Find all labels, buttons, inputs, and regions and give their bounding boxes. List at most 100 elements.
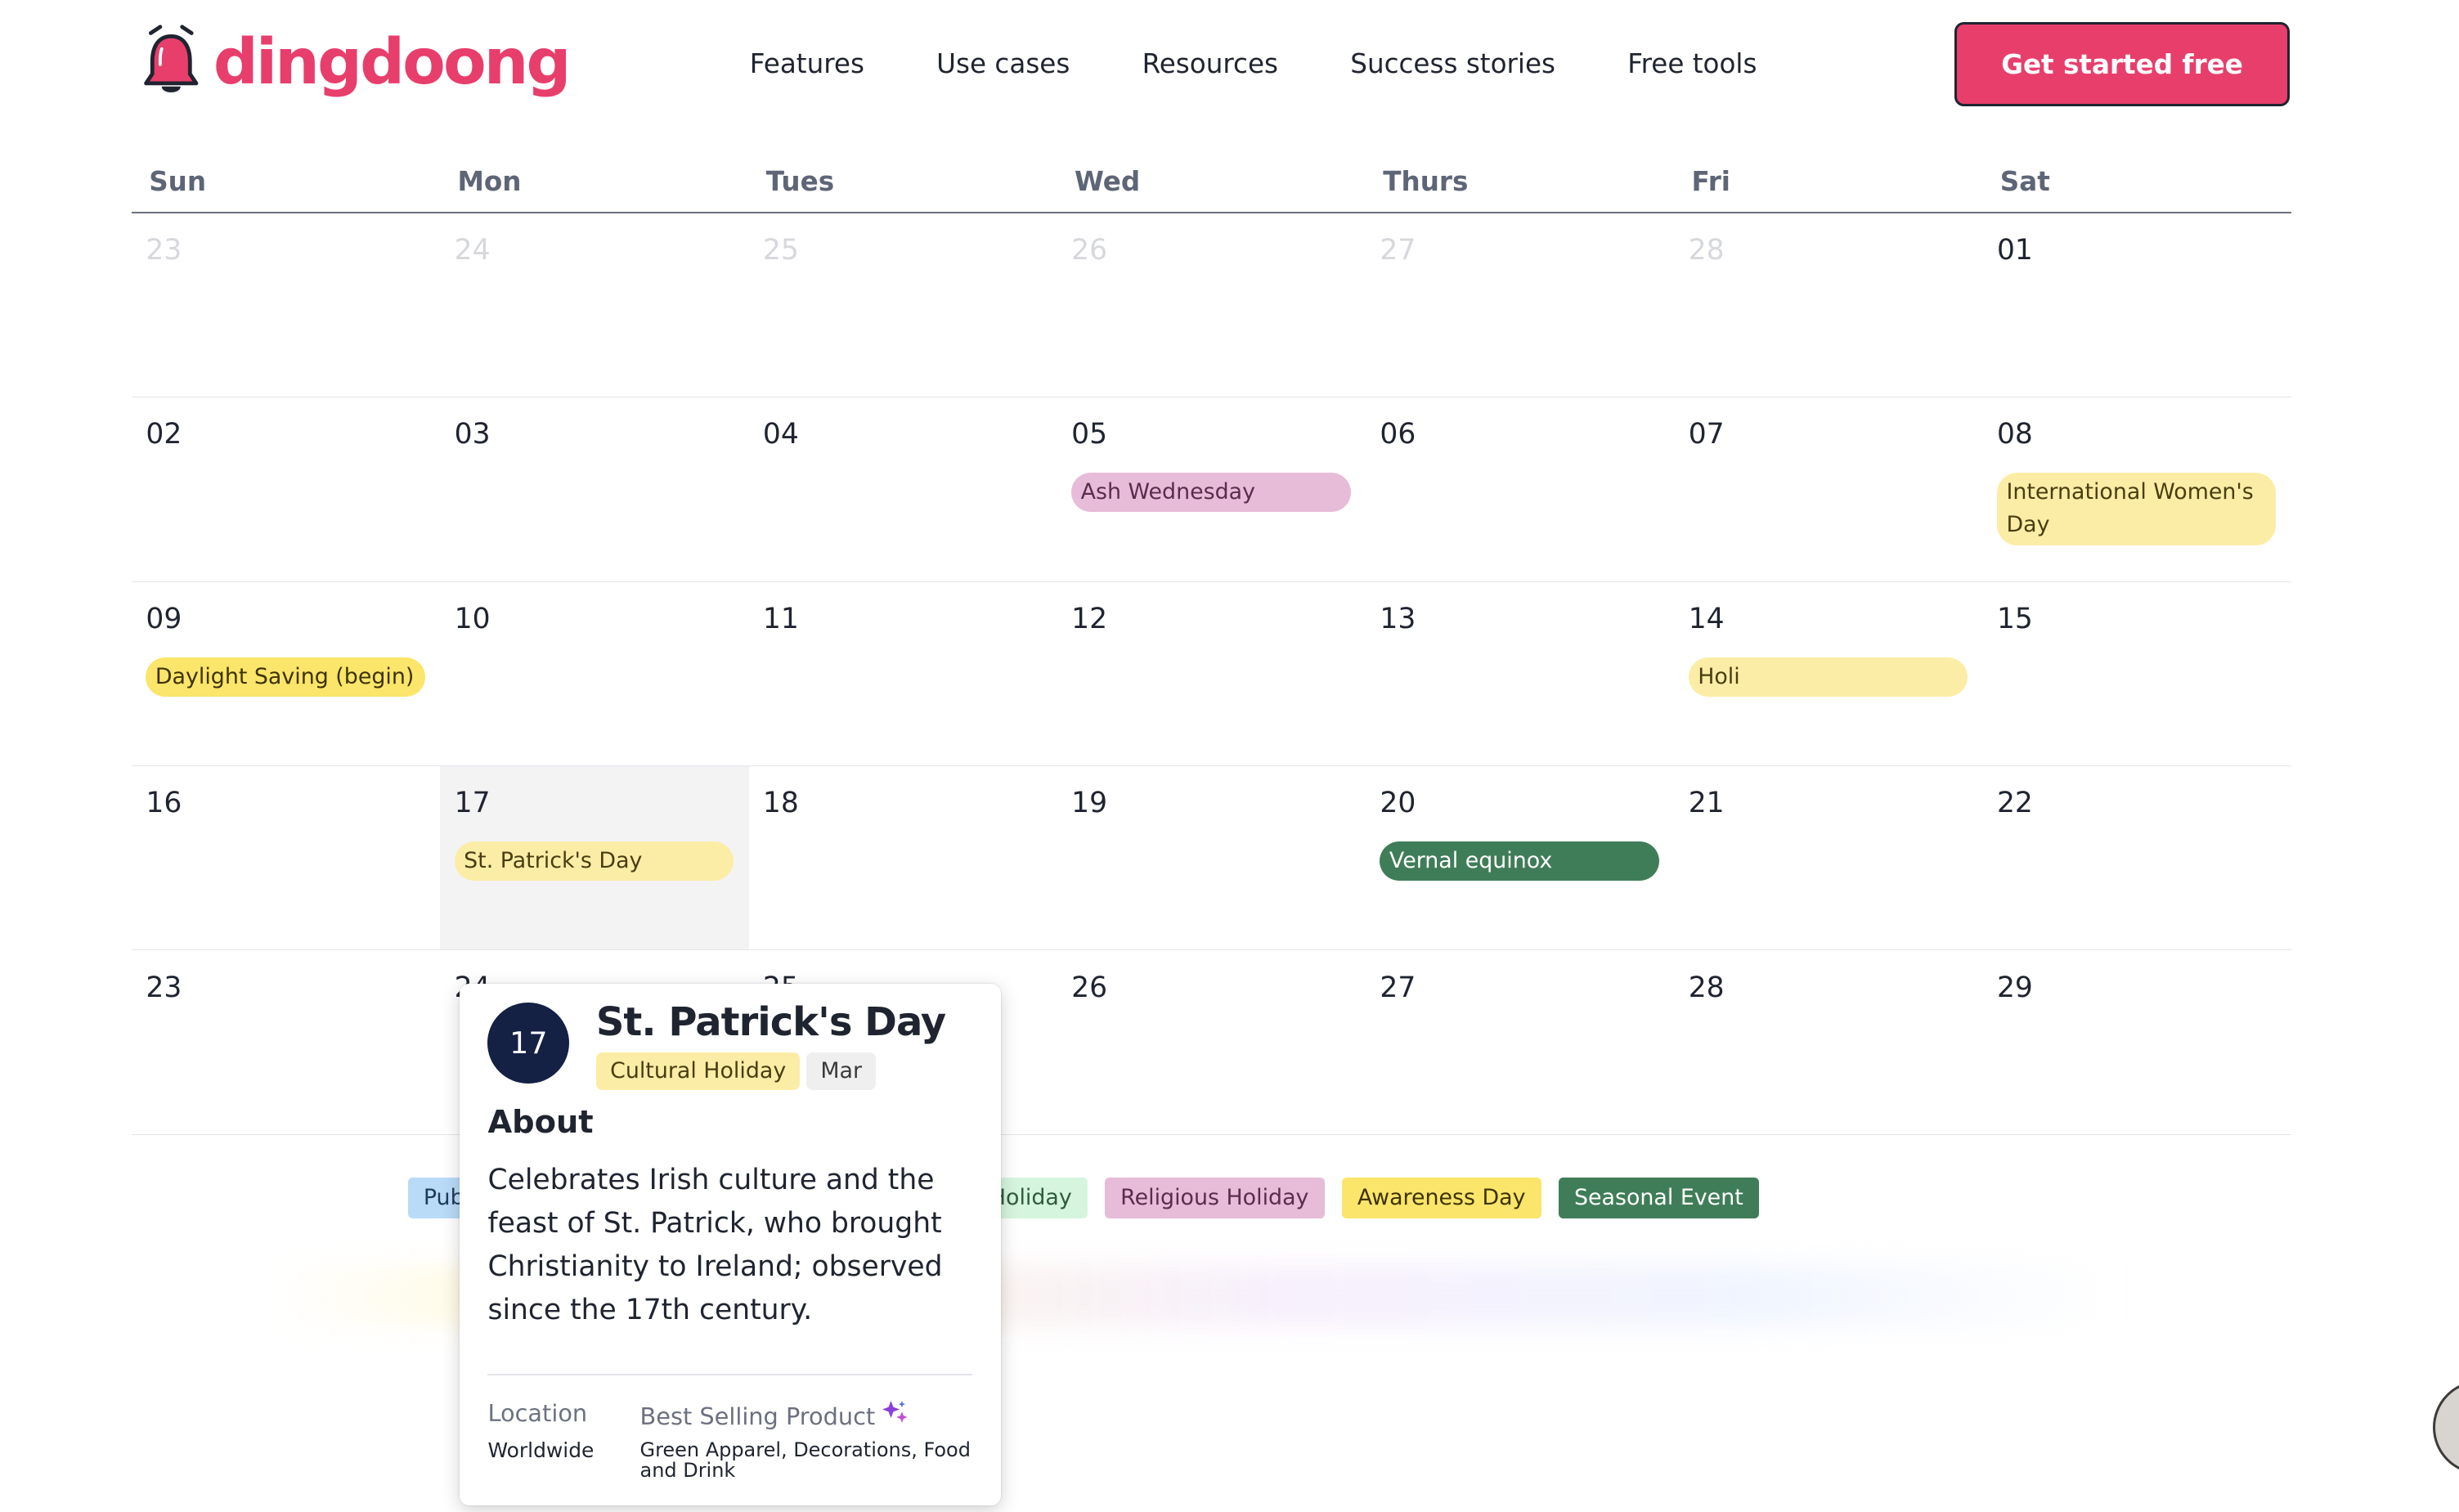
nav-free-tools[interactable]: Free tools xyxy=(1627,44,1757,85)
day-number: 28 xyxy=(1688,234,1725,267)
day-cell[interactable]: 15 xyxy=(1983,582,2291,765)
day-number: 18 xyxy=(762,787,799,820)
popover-about-heading: About xyxy=(487,1104,594,1142)
brand-name: dingdoong xyxy=(213,26,572,100)
location-value: Worldwide xyxy=(487,1438,595,1462)
week-row: 16 17 St. Patrick's Day 18 19 20 Vernal equino… xyxy=(132,766,2292,951)
nav-resources[interactable]: Resources xyxy=(1142,44,1278,85)
legend-awareness[interactable]: Awareness Day xyxy=(1341,1178,1541,1219)
weekday-fri: Fri xyxy=(1691,166,1730,198)
day-number: 26 xyxy=(1071,971,1108,1004)
best-selling-label-row: Best Selling Product xyxy=(640,1399,910,1433)
day-cell[interactable]: 27 xyxy=(1366,213,1674,397)
brand-logo[interactable]: dingdoong xyxy=(138,19,572,106)
nav-features[interactable]: Features xyxy=(750,44,864,85)
day-cell[interactable]: 20 Vernal equinox xyxy=(1366,766,1674,949)
day-cell[interactable]: 04 xyxy=(749,397,1057,581)
popover-tag-month: Mar xyxy=(806,1052,877,1090)
event-chip[interactable]: Vernal equinox xyxy=(1380,841,1659,882)
get-started-button[interactable]: Get started free xyxy=(1954,21,2291,107)
day-cell[interactable]: 18 xyxy=(749,766,1057,949)
location-label: Location xyxy=(487,1398,588,1427)
day-number: 02 xyxy=(146,418,182,451)
nav-success-stories[interactable]: Success stories xyxy=(1350,44,1555,85)
weekday-sun: Sun xyxy=(149,166,207,198)
day-cell[interactable]: 09 Daylight Saving (begin) xyxy=(132,582,440,765)
best-selling-label: Best Selling Product xyxy=(639,1402,876,1430)
day-cell[interactable]: 14 Holi xyxy=(1674,582,1982,765)
best-selling-value: Green Apparel, Decorations, Food and Dri… xyxy=(639,1438,971,1482)
day-number: 08 xyxy=(1996,418,2033,451)
page: dingdoong Features Use cases Resources S… xyxy=(0,0,2459,1512)
popover-tags: Cultural Holiday Mar xyxy=(595,1052,882,1090)
day-number: 05 xyxy=(1071,418,1108,451)
day-cell[interactable]: 03 xyxy=(440,397,748,581)
day-cell[interactable]: 25 xyxy=(749,213,1057,397)
day-cell[interactable]: 17 St. Patrick's Day xyxy=(440,766,749,950)
day-cell[interactable]: 11 xyxy=(749,582,1057,765)
day-number: 11 xyxy=(762,602,799,635)
legend-religious[interactable]: Religious Holiday xyxy=(1105,1178,1325,1219)
site-header: dingdoong Features Use cases Resources S… xyxy=(0,0,2459,125)
day-cell[interactable]: 05 Ash Wednesday xyxy=(1057,397,1366,581)
day-cell[interactable]: 23 xyxy=(132,213,440,397)
day-cell[interactable]: 10 xyxy=(440,582,748,765)
day-cell[interactable]: 24 xyxy=(440,213,748,397)
weekday-mon: Mon xyxy=(457,166,522,198)
day-cell[interactable]: 13 xyxy=(1366,582,1674,765)
day-cell[interactable]: 16 xyxy=(132,766,440,949)
day-number: 17 xyxy=(454,787,491,820)
sparkle-icon xyxy=(875,1399,909,1433)
day-cell[interactable]: 29 xyxy=(1983,950,2291,1133)
day-cell[interactable]: 26 xyxy=(1057,213,1366,397)
weekday-sat: Sat xyxy=(1999,166,2050,198)
day-cell[interactable]: 08 International Women's Day xyxy=(1983,397,2291,581)
calendar: Sun Mon Tues Wed Thurs Fri Sat 23 24 25 26 27 28 01 0… xyxy=(132,150,2292,1135)
event-chip[interactable]: Daylight Saving (begin) xyxy=(146,657,425,697)
day-number: 14 xyxy=(1688,602,1725,635)
day-number: 06 xyxy=(1380,418,1416,451)
day-cell[interactable]: 01 xyxy=(1983,213,2291,397)
day-cell[interactable]: 12 xyxy=(1057,582,1366,765)
day-number: 23 xyxy=(146,971,182,1004)
day-cell[interactable]: 21 xyxy=(1674,766,1982,949)
event-chip[interactable]: Holi xyxy=(1688,657,1968,697)
day-number: 26 xyxy=(1071,234,1108,267)
day-cell[interactable]: 02 xyxy=(132,397,440,581)
day-cell[interactable]: 07 xyxy=(1674,397,1982,581)
day-number: 04 xyxy=(762,418,799,451)
weekday-wed: Wed xyxy=(1075,166,1141,198)
popover-day-badge: 17 xyxy=(487,1002,570,1084)
day-cell[interactable]: 28 xyxy=(1674,213,1982,397)
day-cell[interactable]: 28 xyxy=(1674,950,1982,1133)
event-chip[interactable]: Ash Wednesday xyxy=(1071,473,1351,513)
day-cell[interactable]: 19 xyxy=(1057,766,1366,949)
chat-avatar[interactable] xyxy=(2432,1380,2459,1474)
nav-use-cases[interactable]: Use cases xyxy=(936,44,1070,85)
day-number: 24 xyxy=(454,234,491,267)
day-cell[interactable]: 26 xyxy=(1057,950,1366,1133)
bell-icon xyxy=(138,24,204,102)
day-number: 27 xyxy=(1380,234,1416,267)
day-number: 22 xyxy=(1996,787,2033,820)
day-number: 29 xyxy=(1996,971,2033,1004)
day-number: 16 xyxy=(146,787,182,820)
main-nav: Features Use cases Resources Success sto… xyxy=(750,44,1829,85)
day-number: 21 xyxy=(1688,787,1725,820)
event-chip[interactable]: St. Patrick's Day xyxy=(454,841,734,882)
day-cell[interactable]: 22 xyxy=(1983,766,2291,949)
day-cell[interactable]: 23 xyxy=(132,950,440,1133)
week-row: 23242526272829 xyxy=(132,950,2292,1135)
day-number: 10 xyxy=(454,602,491,635)
day-cell[interactable]: 27 xyxy=(1366,950,1674,1133)
day-number: 12 xyxy=(1071,602,1108,635)
day-number: 09 xyxy=(146,602,182,635)
week-row: 23 24 25 26 27 28 01 xyxy=(132,213,2292,398)
day-number: 25 xyxy=(762,234,799,267)
popover-title: St. Patrick's Day xyxy=(595,998,946,1045)
day-number: 19 xyxy=(1071,787,1108,820)
event-chip[interactable]: International Women's Day xyxy=(1996,473,2277,545)
legend-seasonal[interactable]: Seasonal Event xyxy=(1558,1178,1759,1219)
day-cell[interactable]: 06 xyxy=(1366,397,1674,581)
weekday-header: Sun Mon Tues Wed Thurs Fri Sat xyxy=(132,150,2292,213)
